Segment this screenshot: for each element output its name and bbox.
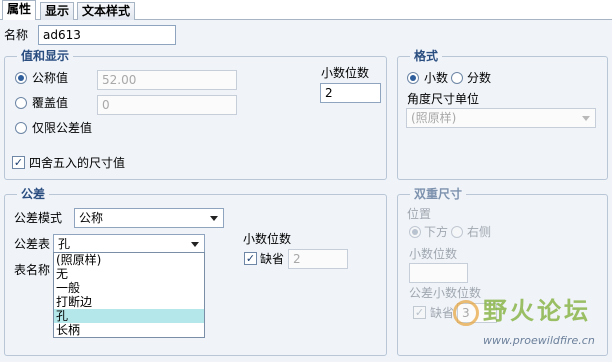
- dropdown-option[interactable]: 无: [54, 267, 204, 281]
- chevron-down-icon: [582, 116, 590, 121]
- chevron-down-icon: [210, 216, 218, 221]
- default-checkbox[interactable]: ✓: [244, 252, 257, 265]
- tolerance-table-value: 孔: [58, 237, 71, 251]
- tolerance-decimals-label: 小数位数: [243, 232, 292, 246]
- nominal-radio[interactable]: [15, 72, 27, 84]
- below-radio[interactable]: [409, 226, 421, 238]
- decimals-field[interactable]: 2: [320, 83, 381, 103]
- dropdown-option-selected[interactable]: 孔: [54, 309, 204, 323]
- angle-units-label: 角度尺寸单位: [407, 92, 480, 106]
- dual-decimals-label: 小数位数: [409, 247, 458, 261]
- tab-label: 显示: [45, 4, 70, 18]
- dual-decimals-field[interactable]: [409, 263, 468, 283]
- tolerance-title: 公差: [17, 186, 50, 202]
- below-label: 下方: [424, 225, 449, 239]
- fraction-radio[interactable]: [451, 72, 463, 84]
- decimals-label: 小数位数: [321, 66, 370, 80]
- angle-units-value: (照原样): [411, 111, 457, 125]
- decimal-label: 小数: [424, 71, 449, 85]
- dropdown-option[interactable]: 长柄: [54, 323, 204, 337]
- tolerance-mode-select[interactable]: 公称: [74, 208, 224, 228]
- tab-display[interactable]: 显示: [40, 2, 75, 20]
- dual-dimension-title: 双重尺寸: [410, 186, 467, 202]
- tolerance-only-label: 仅限公差值: [32, 121, 93, 135]
- tolerance-mode-label: 公差模式: [14, 211, 63, 225]
- tolerance-table-select[interactable]: 孔: [53, 234, 205, 254]
- dual-default-label: 缺省: [430, 306, 455, 320]
- dual-default-checkbox[interactable]: ✓: [413, 306, 426, 319]
- right-label: 右侧: [467, 225, 492, 239]
- dropdown-option[interactable]: 一般: [54, 281, 204, 295]
- tab-text-style[interactable]: 文本样式: [77, 2, 136, 20]
- format-title: 格式: [410, 48, 443, 64]
- dual-default-field[interactable]: 3: [457, 303, 497, 323]
- override-value-field[interactable]: 0: [97, 95, 237, 115]
- tab-properties[interactable]: 属性: [2, 0, 37, 21]
- nominal-label: 公称值: [32, 71, 69, 85]
- round-label: 四舍五入的尺寸值: [29, 156, 126, 170]
- tolerance-table-label: 公差表: [14, 237, 51, 251]
- default-decimals-field[interactable]: 2: [288, 249, 348, 269]
- decimal-radio[interactable]: [407, 72, 419, 84]
- tab-label: 属性: [7, 2, 32, 16]
- table-name-label: 表名称: [14, 263, 51, 277]
- override-label: 覆盖值: [32, 96, 69, 110]
- nominal-value-field[interactable]: 52.00: [97, 70, 237, 90]
- tolerance-table-dropdown: (照原样) 无 一般 打断边 孔 长柄: [53, 252, 205, 338]
- chevron-down-icon: [191, 242, 199, 247]
- value-display-title: 值和显示: [17, 48, 74, 64]
- tolerance-only-radio[interactable]: [15, 122, 27, 134]
- override-radio[interactable]: [15, 97, 27, 109]
- position-label: 位置: [407, 207, 432, 221]
- right-radio[interactable]: [451, 226, 463, 238]
- dual-tol-decimals-label: 公差小数位数: [409, 286, 482, 300]
- name-field[interactable]: ad613: [38, 25, 176, 45]
- name-label: 名称: [4, 28, 29, 42]
- round-checkbox[interactable]: ✓: [12, 156, 25, 169]
- angle-units-select[interactable]: (照原样): [406, 108, 596, 128]
- default-label: 缺省: [260, 252, 285, 266]
- dropdown-option[interactable]: 打断边: [54, 295, 204, 309]
- fraction-label: 分数: [467, 71, 492, 85]
- tab-label: 文本样式: [82, 4, 131, 18]
- dropdown-option[interactable]: (照原样): [54, 253, 204, 267]
- tab-strip: 属性 显示 文本样式: [0, 0, 612, 21]
- tolerance-mode-value: 公称: [79, 211, 104, 225]
